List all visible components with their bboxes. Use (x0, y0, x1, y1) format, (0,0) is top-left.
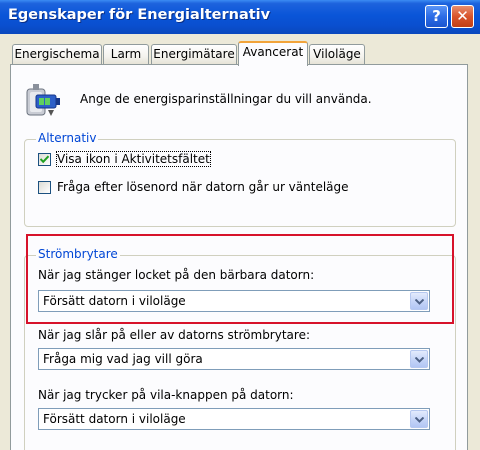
sleep-button-dropdown[interactable]: Försätt datorn i viloläge (38, 408, 430, 430)
dialog-window: Egenskaper för Energialternativ ? ✕ Ener… (0, 0, 480, 450)
tab-larm[interactable]: Larm (103, 44, 149, 64)
checkmark-icon (40, 155, 49, 164)
lid-close-value: Försätt datorn i viloläge (43, 294, 186, 308)
lid-close-label: När jag stänger locket på den bärbara da… (38, 268, 315, 282)
power-options-icon (24, 80, 64, 120)
password-prompt-label: Fråga efter lösenord när datorn går ur v… (57, 180, 349, 194)
tab-vilolage[interactable]: Viloläge (309, 44, 365, 64)
power-button-label: När jag slår på eller av datorns strömbr… (38, 328, 310, 342)
sleep-button-value: Försätt datorn i viloläge (43, 412, 186, 426)
tab-energischema[interactable]: Energischema (12, 44, 102, 64)
strombrytare-legend: Strömbrytare (36, 247, 120, 261)
alternativ-legend: Alternativ (36, 131, 99, 145)
chevron-down-icon[interactable] (410, 350, 428, 368)
help-button[interactable]: ? (425, 5, 448, 28)
chevron-down-icon[interactable] (410, 410, 428, 428)
sleep-button-label: När jag trycker på vila-knappen på dator… (38, 388, 294, 402)
intro-text: Ange de energisparinställningar du vill … (80, 92, 372, 106)
window-title: Egenskaper för Energialternativ (8, 7, 271, 23)
checkbox-box[interactable] (38, 153, 51, 166)
title-bar[interactable]: Egenskaper för Energialternativ ? ✕ (0, 0, 480, 34)
power-button-dropdown[interactable]: Fråga mig vad jag vill göra (38, 348, 430, 370)
chevron-down-icon[interactable] (410, 292, 428, 310)
lid-close-dropdown[interactable]: Försätt datorn i viloläge (38, 290, 430, 312)
close-button[interactable]: ✕ (451, 5, 474, 28)
checkbox-box[interactable] (38, 181, 51, 194)
tab-energimatare[interactable]: Energimätare (151, 44, 237, 64)
power-button-value: Fråga mig vad jag vill göra (43, 352, 203, 366)
tab-avancerat[interactable]: Avancerat (238, 41, 308, 66)
show-icon-label: Visa ikon i Aktivitetsfältet (56, 151, 211, 167)
